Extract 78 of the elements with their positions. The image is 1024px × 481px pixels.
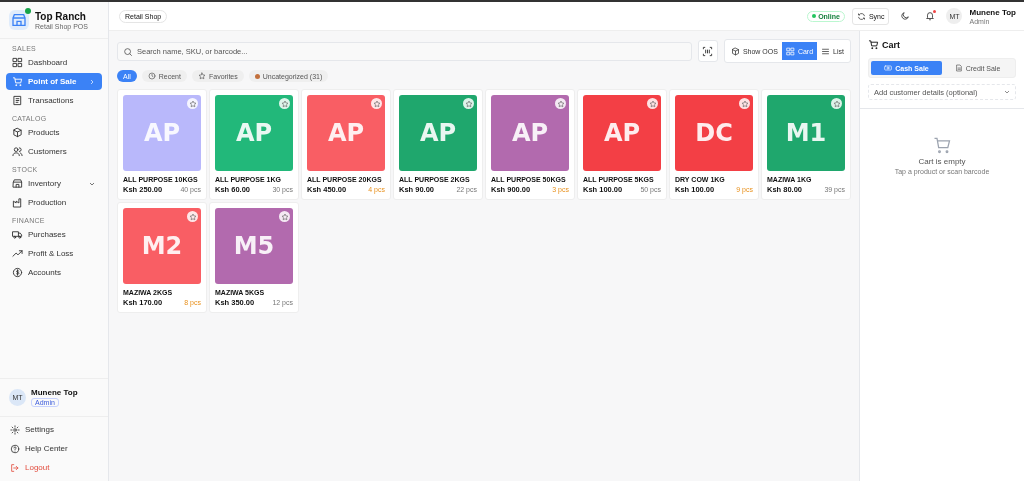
- factory-icon: [12, 197, 23, 208]
- nav-item[interactable]: Inventory: [6, 175, 102, 192]
- help-icon: [10, 443, 20, 454]
- nav-item[interactable]: Purchases: [6, 226, 102, 243]
- box-icon: [12, 127, 23, 138]
- favorite-button[interactable]: [371, 98, 382, 109]
- users-icon: [12, 146, 23, 157]
- cart-icon: [12, 76, 23, 87]
- grid-icon: [12, 57, 23, 68]
- favorite-button[interactable]: [831, 98, 842, 109]
- product-initials: M2: [141, 232, 183, 260]
- chevron-down-icon: [1003, 88, 1011, 96]
- grid-icon: [785, 46, 795, 56]
- product-initials: M1: [785, 119, 827, 147]
- nav-item[interactable]: Accounts: [6, 264, 102, 281]
- product-initials: DC: [695, 119, 733, 147]
- coin-icon: [12, 267, 23, 278]
- cart-icon: [868, 39, 879, 50]
- star-icon: [740, 99, 749, 108]
- favorite-button[interactable]: [555, 98, 566, 109]
- clock-icon: [147, 72, 156, 80]
- nav-item[interactable]: Profit & Loss: [6, 245, 102, 262]
- star-icon: [556, 99, 565, 108]
- star-icon: [280, 99, 289, 108]
- user-name: Munene Top: [969, 7, 1016, 17]
- footer-link[interactable]: Logout: [10, 458, 98, 477]
- product-initials: AP: [603, 119, 641, 147]
- cart-title: Cart: [882, 39, 900, 50]
- product-initials: AP: [511, 119, 549, 147]
- nav-item[interactable]: Customers: [6, 143, 102, 160]
- scan-icon: [702, 45, 714, 57]
- star-icon: [648, 99, 657, 108]
- product-initials: M5: [233, 232, 275, 260]
- star-icon: [464, 99, 473, 108]
- empty-cart-title: Cart is empty: [918, 157, 966, 166]
- star-icon: [197, 72, 206, 80]
- star-icon: [372, 99, 381, 108]
- barcode-scan-button[interactable]: [697, 40, 718, 62]
- favorite-button[interactable]: [647, 98, 658, 109]
- footer-link[interactable]: Settings: [10, 420, 98, 439]
- empty-cart-icon: [932, 135, 952, 155]
- notification-bell-icon[interactable]: [925, 11, 936, 21]
- favorite-button[interactable]: [187, 211, 198, 222]
- nav-item[interactable]: Production: [6, 194, 102, 211]
- product-initials: AP: [419, 119, 457, 147]
- favorite-button[interactable]: [279, 98, 290, 109]
- nav-item[interactable]: Products: [6, 124, 102, 141]
- nav-item[interactable]: Transactions: [6, 92, 102, 109]
- star-icon: [188, 212, 197, 221]
- favorite-button[interactable]: [739, 98, 750, 109]
- user-name: Munene Top: [31, 388, 78, 397]
- star-icon: [188, 99, 197, 108]
- settings-icon: [10, 424, 20, 435]
- list-icon: [821, 46, 831, 56]
- product-initials: AP: [143, 119, 181, 147]
- star-icon: [280, 212, 289, 221]
- logout-icon: [10, 462, 20, 473]
- star-icon: [832, 99, 841, 108]
- moon-icon[interactable]: [900, 11, 911, 21]
- cash-icon: [884, 64, 893, 72]
- sync-icon: [856, 11, 866, 21]
- chevron-right-icon: [88, 77, 96, 86]
- favorite-button[interactable]: [279, 211, 290, 222]
- receipt-icon: [12, 95, 23, 106]
- trend-up-icon: [12, 248, 23, 259]
- brand-name: Top Ranch: [35, 10, 86, 22]
- category-dot-icon: [254, 73, 260, 79]
- product-initials: AP: [235, 119, 273, 147]
- truck-icon: [12, 229, 23, 240]
- nav-item[interactable]: Point of Sale: [6, 73, 102, 90]
- store-icon: [12, 178, 23, 189]
- favorite-button[interactable]: [463, 98, 474, 109]
- product-initials: AP: [327, 119, 365, 147]
- footer-link[interactable]: Help Center: [10, 439, 98, 458]
- favorite-button[interactable]: [187, 98, 198, 109]
- document-icon: [954, 64, 963, 72]
- box-icon: [730, 46, 740, 56]
- nav-item[interactable]: Dashboard: [6, 54, 102, 71]
